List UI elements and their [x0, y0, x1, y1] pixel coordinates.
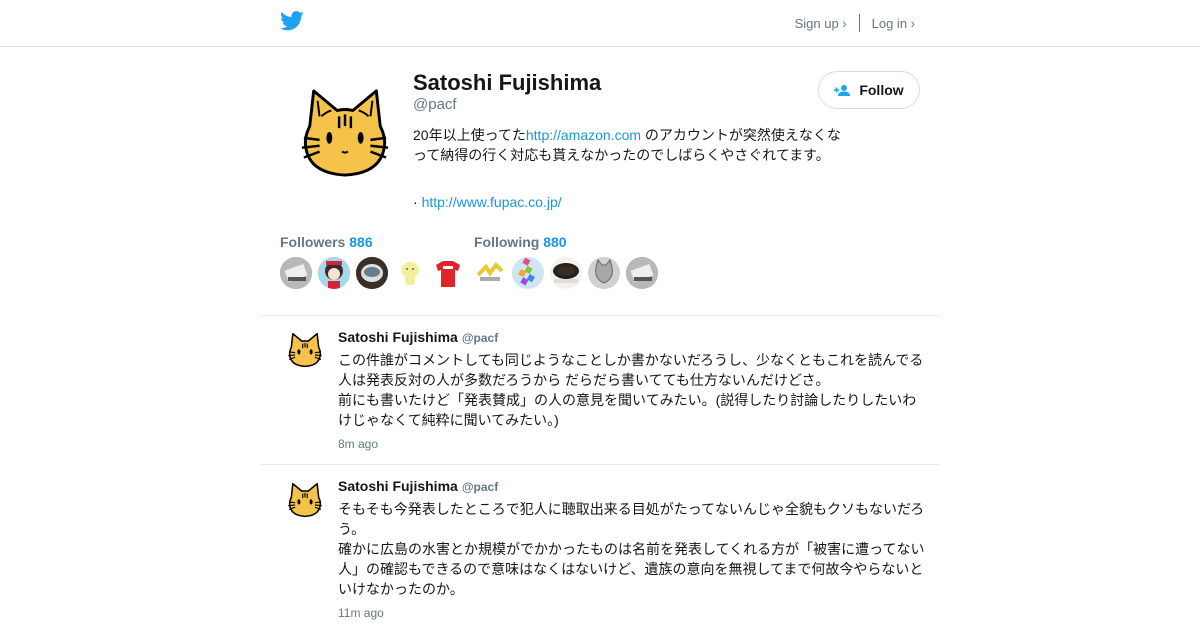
- cat-avatar-icon[interactable]: [286, 482, 324, 518]
- tweet-timestamp[interactable]: 8m ago: [338, 437, 378, 451]
- followers-count: 886: [349, 234, 373, 250]
- profile-card: Satoshi Fujishima @pacf 20年以上使ってたhttp://…: [260, 47, 940, 316]
- following-avatar-gray-cat[interactable]: [588, 257, 620, 289]
- signup-link[interactable]: Sign up ›: [795, 16, 847, 31]
- tweet-line: う。: [338, 521, 366, 537]
- following-stat[interactable]: Following 880: [474, 234, 567, 250]
- following-avatar-coffee-cup[interactable]: [550, 257, 582, 289]
- tweet-author-name[interactable]: Satoshi Fujishima: [338, 478, 458, 494]
- followers-stat[interactable]: Followers 886: [280, 234, 373, 250]
- tweet-author-name[interactable]: Satoshi Fujishima: [338, 329, 458, 345]
- follower-avatar-red-shirt[interactable]: [432, 257, 464, 289]
- tweet-line: この件誰がコメントしても同じようなことしか書かないだろうし、少なくともこれを読ん…: [338, 352, 924, 368]
- follow-button[interactable]: Follow: [818, 71, 920, 109]
- bio-text-prefix: 20年以上使ってた: [413, 127, 526, 143]
- following-label: Following: [474, 234, 540, 250]
- tweet-line: いけなかったのか。: [338, 581, 464, 597]
- followers-avatars: [280, 257, 470, 289]
- tweet-line: 人は発表反対の人が多数だろうから だらだら書いてても仕方ないんだけどさ。: [338, 372, 830, 388]
- website-link[interactable]: http://www.fupac.co.jp/: [422, 194, 562, 210]
- follower-avatar-gray-photo[interactable]: [280, 257, 312, 289]
- tweet-line: 確かに広島の水害とか規模がでかかったものは名前を発表してくれる方が「被害に遭って…: [338, 541, 925, 557]
- tweet-author-handle[interactable]: @pacf: [462, 331, 498, 345]
- tweet-header: Satoshi Fujishima @pacf: [338, 329, 498, 345]
- profile-bio: 20年以上使ってたhttp://amazon.com のアカウントが突然使えなく…: [413, 125, 843, 165]
- tweet-text: この件誰がコメントしても同じようなことしか書かないだろうし、少なくともこれを読ん…: [338, 350, 930, 430]
- follower-avatar-anime-character[interactable]: [318, 257, 350, 289]
- cat-avatar-icon[interactable]: [286, 332, 324, 368]
- login-link[interactable]: Log in ›: [872, 16, 915, 31]
- website-bullet: ·: [413, 194, 422, 210]
- follow-label: Follow: [859, 82, 904, 98]
- tweet-item[interactable]: Satoshi Fujishima @pacf この件誰がコメントしても同じような…: [260, 316, 940, 465]
- following-avatar-colorful-blocks[interactable]: [512, 257, 544, 289]
- tweet-line: 前にも書いたけど「発表賛成」の人の意見を聞いてみたい。(説得したり討論したりした…: [338, 392, 917, 408]
- tweet-timestamp[interactable]: 11m ago: [338, 606, 384, 620]
- twitter-bird-icon[interactable]: [280, 11, 304, 31]
- tweet-item[interactable]: Satoshi Fujishima @pacf そもそも今発表したところで犯人に聴…: [260, 465, 940, 630]
- tweet-author-handle[interactable]: @pacf: [462, 480, 498, 494]
- profile-handle: @pacf: [413, 96, 457, 113]
- tweet-line: けじゃなくて純粋に聞いてみたい。): [338, 412, 559, 428]
- add-person-icon: [834, 84, 851, 96]
- profile-website: · http://www.fupac.co.jp/: [413, 194, 562, 210]
- following-count: 880: [543, 234, 567, 250]
- followers-label: Followers: [280, 234, 346, 250]
- follower-avatar-yellow-creature[interactable]: [394, 257, 426, 289]
- tweet-line: そもそも今発表したところで犯人に聴取出来る目処がたってないんじゃ全貌もクソもない…: [338, 501, 925, 517]
- following-avatars: [474, 257, 664, 289]
- profile-name: Satoshi Fujishima: [413, 70, 602, 95]
- follower-avatar-cup-photo[interactable]: [356, 257, 388, 289]
- tweet-line: 人」の確認もできるので意味はなくはないけど、遺族の意向を無視してまで何故今やらな…: [338, 561, 924, 577]
- following-avatar-gray-photo[interactable]: [626, 257, 658, 289]
- top-bar: Sign up › Log in ›: [0, 0, 1200, 47]
- cat-avatar-icon[interactable]: [296, 87, 394, 179]
- nav-divider: [858, 14, 860, 32]
- tweet-text: そもそも今発表したところで犯人に聴取出来る目処がたってないんじゃ全貌もクソもない…: [338, 499, 930, 599]
- following-avatar-yellow-logo[interactable]: [474, 257, 506, 289]
- tweet-header: Satoshi Fujishima @pacf: [338, 478, 498, 494]
- auth-nav: Sign up › Log in ›: [795, 14, 915, 32]
- bio-link[interactable]: http://amazon.com: [526, 127, 641, 143]
